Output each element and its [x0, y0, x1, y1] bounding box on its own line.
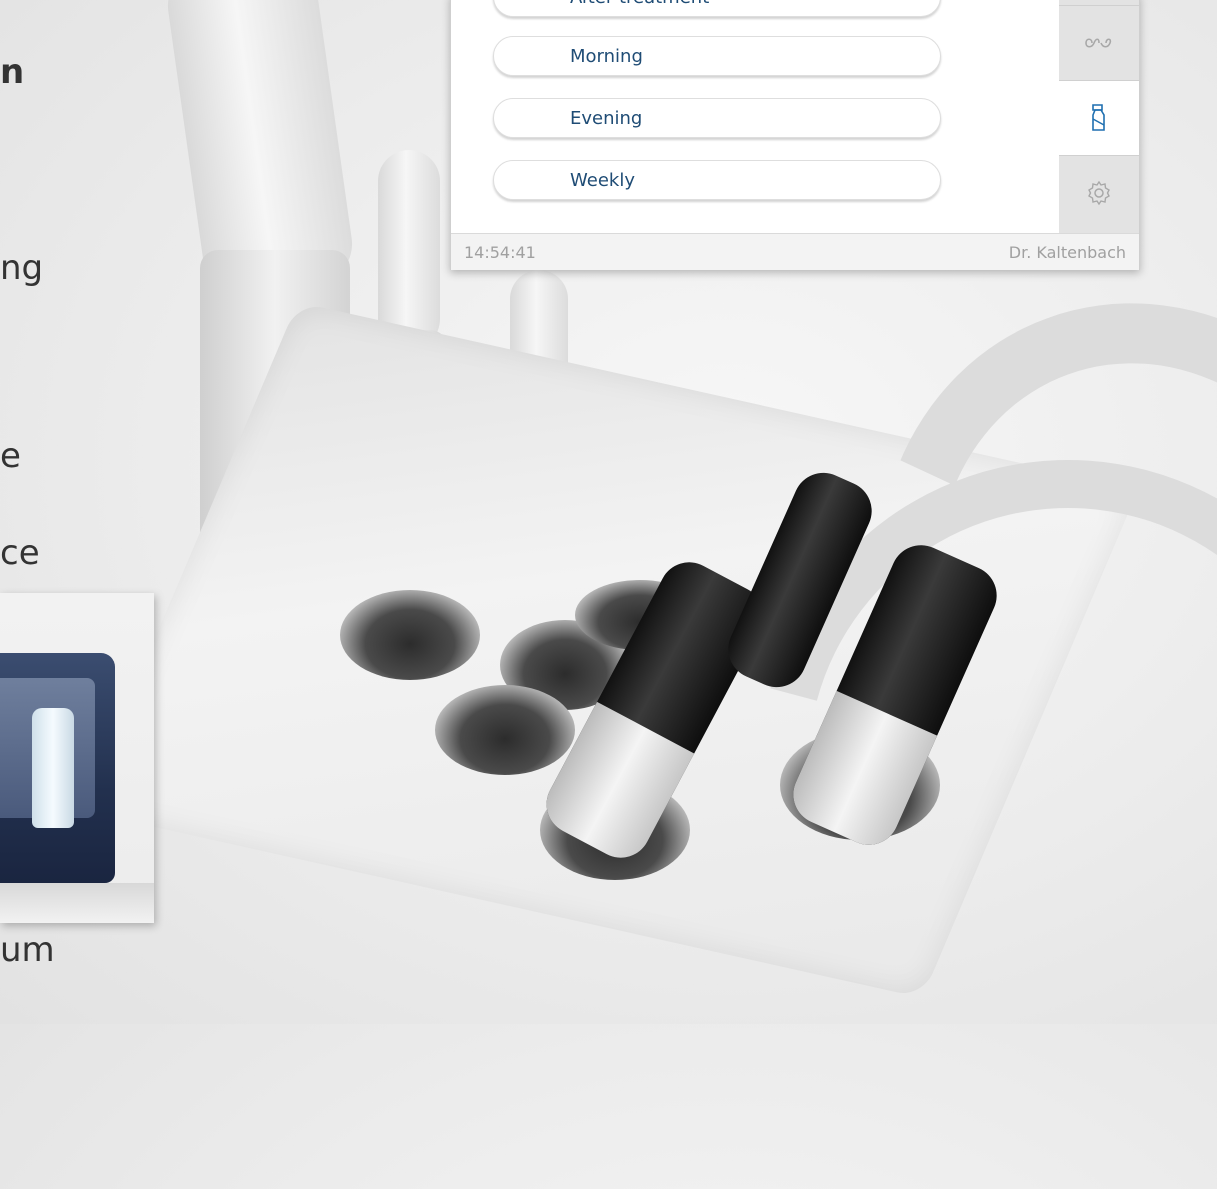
tab-settings[interactable]	[1059, 155, 1139, 230]
side-tab-bar	[1059, 0, 1139, 233]
slide-text-line: ng	[0, 248, 44, 288]
program-morning-button[interactable]: Morning	[493, 36, 941, 76]
tab-hygiene[interactable]	[1059, 80, 1139, 155]
program-weekly-button[interactable]: Weekly	[493, 160, 941, 200]
user-name: Dr. Kaltenbach	[1008, 243, 1126, 262]
program-label: After treatment	[570, 0, 709, 8]
gear-icon	[1088, 180, 1110, 206]
disinfectant-bottle	[32, 708, 74, 828]
hygiene-program-panel: After treatment Morning Evening Weekly	[450, 0, 1140, 270]
infinity-icon	[1085, 38, 1112, 48]
program-list: After treatment Morning Evening Weekly	[451, 0, 1059, 233]
tab-infinity[interactable]	[1059, 5, 1139, 80]
slide-text-line: n	[0, 52, 25, 92]
program-label: Weekly	[570, 170, 635, 191]
program-label: Evening	[570, 108, 643, 129]
cabinet-photo	[0, 593, 154, 923]
program-after-treatment-button[interactable]: After treatment	[493, 0, 941, 17]
spray-bottle-icon	[1092, 104, 1105, 131]
status-bar: 14:54:41 Dr. Kaltenbach	[451, 233, 1139, 270]
slide-text-line: e	[0, 436, 21, 476]
program-label: Morning	[570, 46, 643, 67]
program-evening-button[interactable]: Evening	[493, 98, 941, 138]
slide-text-line: um	[0, 930, 55, 970]
cabinet	[0, 653, 115, 883]
clock: 14:54:41	[464, 243, 536, 262]
slide-text-line: ce	[0, 533, 40, 573]
